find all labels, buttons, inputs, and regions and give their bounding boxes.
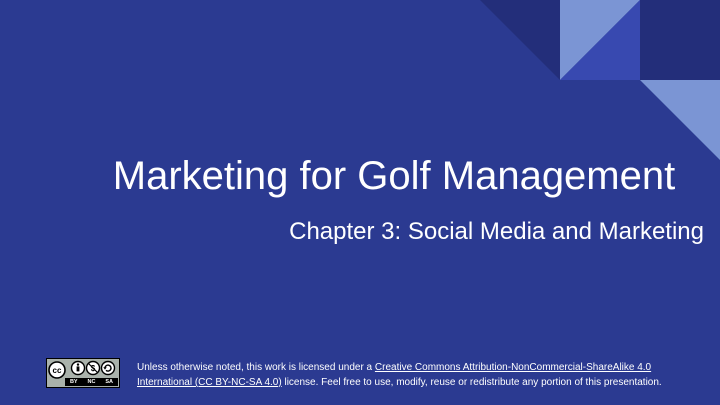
badge-label-sa: SA [105,379,114,385]
license-text-suffix: license. Feel free to use, modify, reuse… [281,377,662,388]
badge-label-by: BY [69,379,78,385]
license-notice: Unless otherwise noted, this work is lic… [137,360,692,390]
cc-license-badge[interactable]: cc $ BY NC SA [46,358,120,388]
cc-icons: cc $ [48,360,116,379]
slide: Marketing for Golf Management Chapter 3:… [0,0,720,405]
sa-icon [100,360,116,376]
slide-subtitle: Chapter 3: Social Media and Marketing [289,218,704,245]
slide-title: Marketing for Golf Management [112,154,676,198]
license-text-prefix: Unless otherwise noted, this work is lic… [137,362,375,373]
svg-text:cc: cc [53,366,62,375]
deco-top-right-block [640,0,720,80]
cc-badge-labels: BY NC SA [65,378,118,386]
badge-label-nc: NC [87,379,96,385]
